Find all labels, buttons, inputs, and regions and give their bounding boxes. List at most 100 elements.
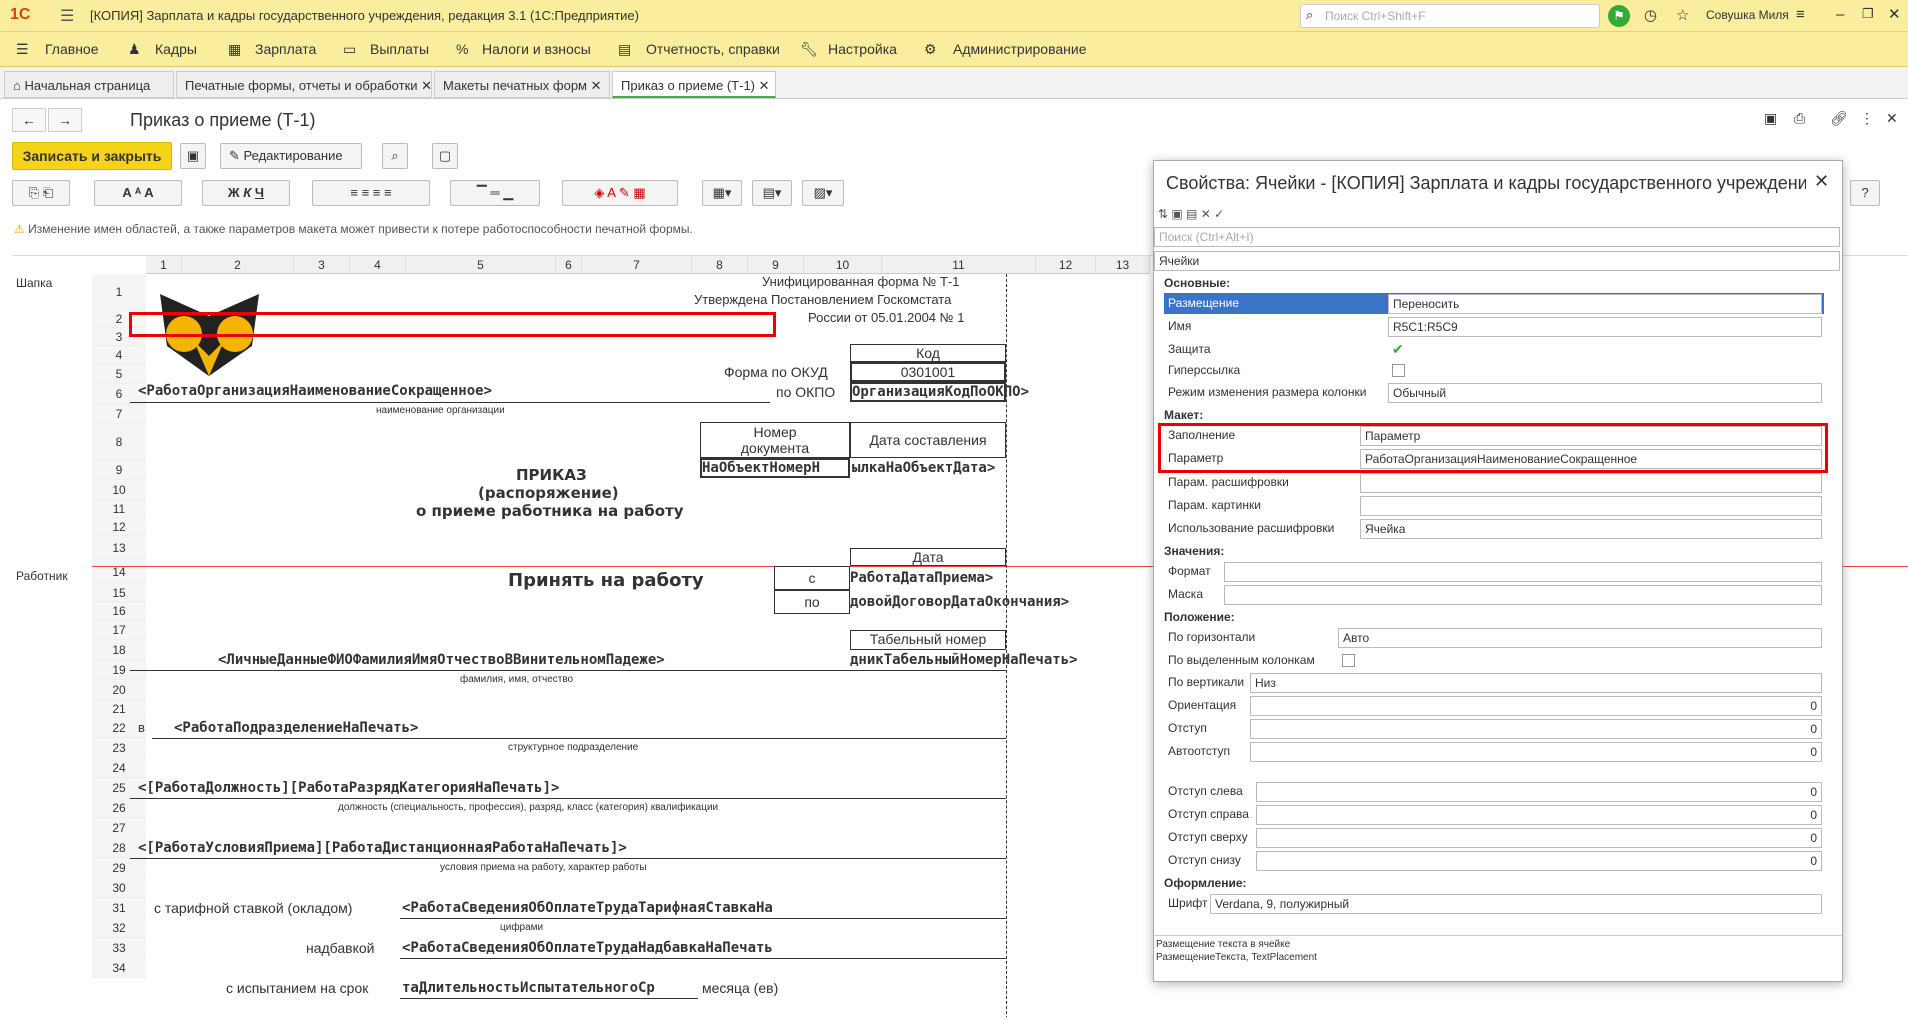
column-header[interactable]: 2	[182, 256, 294, 274]
row-header[interactable]: 24	[92, 758, 146, 778]
row-header[interactable]: 20	[92, 680, 146, 700]
edit-button[interactable]: ✎ Редактирование	[220, 143, 362, 169]
prop-resize-mode[interactable]: Режим изменения размера колонки Обычный	[1164, 382, 1824, 403]
margin-left-value[interactable]: 0	[1256, 782, 1822, 802]
restore-icon[interactable]: ❐	[1862, 6, 1874, 22]
format-value[interactable]	[1224, 562, 1822, 582]
global-search-input[interactable]: Поиск Ctrl+Shift+F	[1300, 4, 1600, 28]
help-button[interactable]: ?	[1850, 180, 1880, 206]
favorites-icon[interactable]: ☆	[1676, 6, 1689, 24]
menu-salary[interactable]: Зарплата	[255, 41, 316, 57]
prop-hyperlink[interactable]: Гиперссылка	[1164, 360, 1824, 381]
notifications-icon[interactable]: ⚑	[1608, 5, 1630, 27]
name-value[interactable]: R5C1:R5C9	[1388, 317, 1822, 337]
back-button[interactable]: ←	[12, 108, 46, 132]
prop-vertical[interactable]: По вертикали Низ	[1164, 672, 1824, 693]
color-icon[interactable]: ◈ A ✎ ▦	[562, 180, 678, 206]
forward-button[interactable]: →	[48, 108, 82, 132]
scope-select[interactable]: Ячейки	[1154, 251, 1840, 271]
prop-indent[interactable]: Отступ 0	[1164, 718, 1824, 739]
prop-format[interactable]: Формат	[1164, 561, 1824, 582]
row-header[interactable]: 11	[92, 500, 146, 518]
row-header[interactable]: 8	[92, 424, 146, 460]
minimize-icon[interactable]: –	[1836, 6, 1844, 23]
user-name[interactable]: Совушка Миля	[1706, 8, 1789, 22]
borders-icon[interactable]: ▦▾	[702, 180, 742, 206]
property-search-input[interactable]: Поиск (Ctrl+Alt+I)	[1154, 227, 1840, 247]
row-header[interactable]: 18	[92, 640, 146, 660]
placement-value[interactable]: Переносить	[1388, 294, 1822, 314]
picture-icon[interactable]: ▨▾	[802, 180, 844, 206]
clipboard-icon[interactable]: ⎘ ⎗	[12, 180, 70, 206]
row-header[interactable]: 13	[92, 536, 146, 560]
column-header[interactable]: 6	[556, 256, 582, 274]
margin-right-value[interactable]: 0	[1256, 805, 1822, 825]
menu-main[interactable]: Главное	[45, 41, 99, 57]
tab-hiring-order[interactable]: Приказ о приеме (Т-1) ✕	[612, 71, 776, 98]
panel-toolbar-icons[interactable]: ⇅ ▣ ▤ ✕ ✓	[1158, 207, 1224, 221]
settings-menu-icon[interactable]: ≡	[1796, 6, 1805, 23]
row-header[interactable]: 5	[92, 364, 146, 384]
menu-admin[interactable]: Администрирование	[953, 41, 1087, 57]
resize-mode-value[interactable]: Обычный	[1388, 383, 1822, 403]
row-header[interactable]: 16	[92, 602, 146, 620]
checkbox[interactable]	[1392, 364, 1405, 377]
row-header[interactable]: 7	[92, 404, 146, 424]
close-icon[interactable]: ✕	[1814, 171, 1829, 192]
row-header[interactable]: 12	[92, 518, 146, 536]
row-header[interactable]: 26	[92, 798, 146, 818]
column-header[interactable]: 7	[582, 256, 692, 274]
section-main[interactable]: Основные:	[1164, 276, 1230, 290]
menu-taxes[interactable]: Налоги и взносы	[482, 41, 591, 57]
tab-layouts[interactable]: Макеты печатных форм ✕	[434, 71, 610, 98]
section-style[interactable]: Оформление:	[1164, 876, 1247, 890]
mask-value[interactable]	[1224, 585, 1822, 605]
column-header[interactable]: 12	[1036, 256, 1096, 274]
column-header[interactable]: 8	[692, 256, 748, 274]
indent-value[interactable]: 0	[1250, 719, 1822, 739]
prop-margin-left[interactable]: Отступ слева 0	[1164, 781, 1824, 802]
link-icon[interactable]: 🔗︎	[1830, 110, 1848, 127]
merge-icon[interactable]: ▤▾	[752, 180, 792, 206]
row-header[interactable]: 10	[92, 480, 146, 500]
row-header[interactable]: 1	[92, 274, 146, 310]
menu-payments[interactable]: Выплаты	[370, 41, 429, 57]
close-doc-icon[interactable]: ✕	[1886, 110, 1898, 127]
prop-selected-cols[interactable]: По выделенным колонкам	[1164, 650, 1824, 671]
save-icon[interactable]: ▣	[180, 143, 206, 169]
prop-margin-right[interactable]: Отступ справа 0	[1164, 804, 1824, 825]
preview-icon[interactable]: ⌕	[382, 143, 408, 169]
row-header[interactable]: 30	[92, 878, 146, 898]
decode-param-value[interactable]	[1360, 473, 1822, 493]
margin-bottom-value[interactable]: 0	[1256, 851, 1822, 871]
tab-home[interactable]: ⌂ Начальная страница	[4, 71, 174, 98]
orientation-value[interactable]: 0	[1250, 696, 1822, 716]
prop-mask[interactable]: Маска	[1164, 584, 1824, 605]
prop-decode-param[interactable]: Парам. расшифровки	[1164, 472, 1824, 493]
checkbox[interactable]	[1342, 654, 1355, 667]
close-icon[interactable]: ✕	[591, 78, 602, 93]
picture-param-value[interactable]	[1360, 496, 1822, 516]
column-header[interactable]: 10	[804, 256, 882, 274]
decode-use-value[interactable]: Ячейка	[1360, 519, 1822, 539]
font-size-buttons[interactable]: A ᴬ A	[94, 180, 182, 206]
prop-margin-bottom[interactable]: Отступ снизу 0	[1164, 850, 1824, 871]
prop-font[interactable]: Шрифт Verdana, 9, полужирный	[1164, 893, 1824, 914]
vertical-align-icon[interactable]: ▔ ═ ▁	[450, 180, 540, 206]
column-header[interactable]: 5	[406, 256, 556, 274]
print-icon[interactable]: ⎙	[1794, 110, 1805, 127]
prop-protection[interactable]: Защита ✔	[1164, 339, 1824, 360]
section-layout[interactable]: Макет:	[1164, 408, 1203, 422]
column-header[interactable]: 13	[1096, 256, 1150, 274]
save-and-close-button[interactable]: Записать и закрыть	[12, 142, 172, 170]
column-header[interactable]: 3	[294, 256, 350, 274]
row-header[interactable]: 9	[92, 460, 146, 480]
section-values[interactable]: Значения:	[1164, 544, 1224, 558]
auto-indent-value[interactable]: 0	[1250, 742, 1822, 762]
column-header[interactable]: 11	[882, 256, 1036, 274]
row-header[interactable]: 34	[92, 958, 146, 978]
row-header[interactable]: 4	[92, 346, 146, 364]
row-header[interactable]: 17	[92, 620, 146, 640]
menu-reports[interactable]: Отчетность, справки	[646, 41, 780, 57]
row-header[interactable]: 14	[92, 560, 146, 584]
